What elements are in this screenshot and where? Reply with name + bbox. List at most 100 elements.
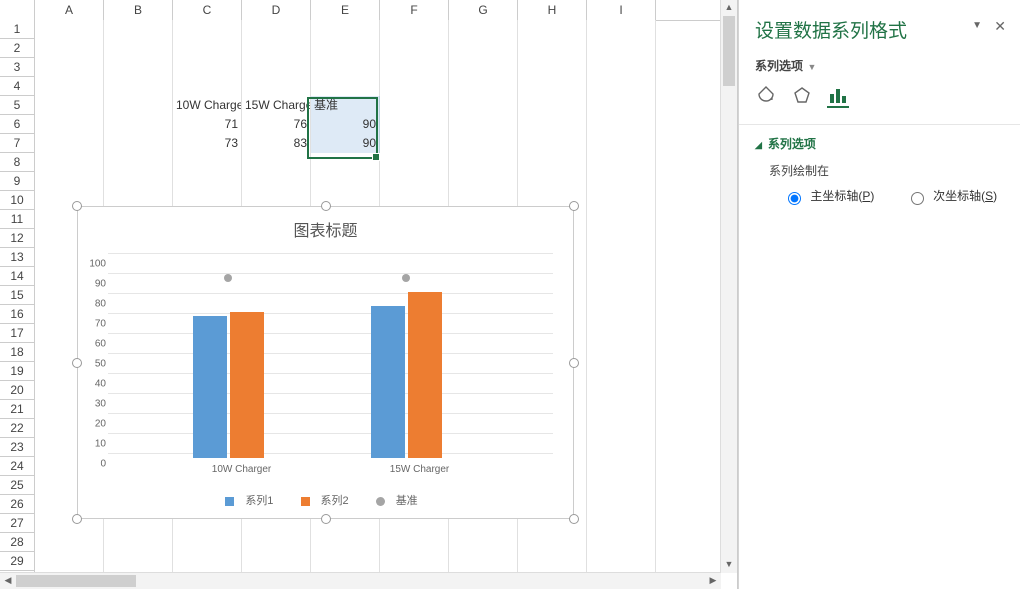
row-header[interactable]: 8 [0, 153, 35, 172]
cell-I22[interactable] [587, 419, 656, 439]
cell-I5[interactable] [587, 96, 656, 116]
row-header[interactable]: 26 [0, 495, 35, 514]
cell-G8[interactable] [449, 153, 518, 173]
cell-F29[interactable] [380, 552, 449, 572]
cell-H28[interactable] [518, 533, 587, 553]
col-header[interactable]: I [587, 0, 656, 20]
cell-H5[interactable] [518, 96, 587, 116]
cell-B8[interactable] [104, 153, 173, 173]
row-header[interactable]: 17 [0, 324, 35, 343]
cell-A2[interactable] [35, 39, 104, 59]
row-header[interactable]: 27 [0, 514, 35, 533]
cell-I26[interactable] [587, 495, 656, 515]
row-header[interactable]: 6 [0, 115, 35, 134]
cell-C4[interactable] [173, 77, 242, 97]
scroll-up-icon[interactable]: ▲ [721, 0, 737, 16]
row-header[interactable]: 15 [0, 286, 35, 305]
cell-H7[interactable] [518, 134, 587, 154]
row-header[interactable]: 13 [0, 248, 35, 267]
close-icon[interactable]: ✕ [994, 18, 1006, 35]
cell-A8[interactable] [35, 153, 104, 173]
cell-I6[interactable] [587, 115, 656, 135]
cell-D5[interactable]: 15W Charger [242, 96, 311, 116]
cell-C2[interactable] [173, 39, 242, 59]
cell-F5[interactable] [380, 96, 449, 116]
cell-E29[interactable] [311, 552, 380, 572]
cell-D4[interactable] [242, 77, 311, 97]
cell-C1[interactable] [173, 20, 242, 40]
row-header[interactable]: 14 [0, 267, 35, 286]
cell-A5[interactable] [35, 96, 104, 116]
vertical-scrollbar[interactable]: ▲ ▼ [720, 0, 737, 573]
cell-I29[interactable] [587, 552, 656, 572]
cell-I27[interactable] [587, 514, 656, 534]
cell-B1[interactable] [104, 20, 173, 40]
cell-I12[interactable] [587, 229, 656, 249]
cell-I2[interactable] [587, 39, 656, 59]
pane-menu-icon[interactable]: ▼ [972, 20, 982, 31]
bar-series2[interactable] [230, 312, 264, 458]
cell-G28[interactable] [449, 533, 518, 553]
cell-I17[interactable] [587, 324, 656, 344]
cell-D3[interactable] [242, 58, 311, 78]
cell-A1[interactable] [35, 20, 104, 40]
row-header[interactable]: 9 [0, 172, 35, 191]
row-header[interactable]: 10 [0, 191, 35, 210]
col-header[interactable]: H [518, 0, 587, 20]
effects-tab-icon[interactable] [791, 84, 813, 106]
chart-title[interactable]: 图表标题 [78, 217, 573, 241]
col-header[interactable]: A [35, 0, 104, 20]
bar-series2[interactable] [408, 292, 442, 458]
cell-I20[interactable] [587, 381, 656, 401]
row-header[interactable]: 7 [0, 134, 35, 153]
cell-E5[interactable]: 基准 [311, 96, 380, 116]
bar-series1[interactable] [193, 316, 227, 458]
embedded-chart[interactable]: 图表标题 0102030405060708090100 10W Charger1… [77, 206, 574, 519]
cell-I23[interactable] [587, 438, 656, 458]
cell-B29[interactable] [104, 552, 173, 572]
cell-C9[interactable] [173, 172, 242, 192]
horizontal-scrollbar[interactable]: ◀ ▶ [0, 572, 721, 589]
row-header[interactable]: 3 [0, 58, 35, 77]
cell-G7[interactable] [449, 134, 518, 154]
row-header[interactable]: 19 [0, 362, 35, 381]
cell-A6[interactable] [35, 115, 104, 135]
cell-B4[interactable] [104, 77, 173, 97]
cell-I11[interactable] [587, 210, 656, 230]
cell-C6[interactable]: 71 [173, 115, 242, 135]
cell-I18[interactable] [587, 343, 656, 363]
cell-I8[interactable] [587, 153, 656, 173]
cell-I21[interactable] [587, 400, 656, 420]
cell-A7[interactable] [35, 134, 104, 154]
cell-E28[interactable] [311, 533, 380, 553]
row-header[interactable]: 24 [0, 457, 35, 476]
cell-E2[interactable] [311, 39, 380, 59]
row-header[interactable]: 25 [0, 476, 35, 495]
row-header[interactable]: 20 [0, 381, 35, 400]
cell-G6[interactable] [449, 115, 518, 135]
cell-B6[interactable] [104, 115, 173, 135]
cell-A9[interactable] [35, 172, 104, 192]
cell-B7[interactable] [104, 134, 173, 154]
cell-F9[interactable] [380, 172, 449, 192]
worksheet[interactable]: ABCDEFGHI 1234510W Charger15W Charger基准6… [0, 0, 738, 589]
col-header[interactable]: G [449, 0, 518, 20]
marker-baseline[interactable] [402, 274, 410, 282]
cell-G1[interactable] [449, 20, 518, 40]
cell-I19[interactable] [587, 362, 656, 382]
cell-I14[interactable] [587, 267, 656, 287]
cell-E3[interactable] [311, 58, 380, 78]
cell-B2[interactable] [104, 39, 173, 59]
cell-C29[interactable] [173, 552, 242, 572]
cell-D7[interactable]: 83 [242, 134, 311, 154]
cell-C5[interactable]: 10W Charger [173, 96, 242, 116]
cell-F2[interactable] [380, 39, 449, 59]
cell-I3[interactable] [587, 58, 656, 78]
cell-H2[interactable] [518, 39, 587, 59]
scroll-right-icon[interactable]: ▶ [705, 573, 721, 589]
cell-C8[interactable] [173, 153, 242, 173]
select-all-corner[interactable] [0, 0, 35, 20]
cell-A29[interactable] [35, 552, 104, 572]
row-header[interactable]: 5 [0, 96, 35, 115]
col-header[interactable]: B [104, 0, 173, 20]
